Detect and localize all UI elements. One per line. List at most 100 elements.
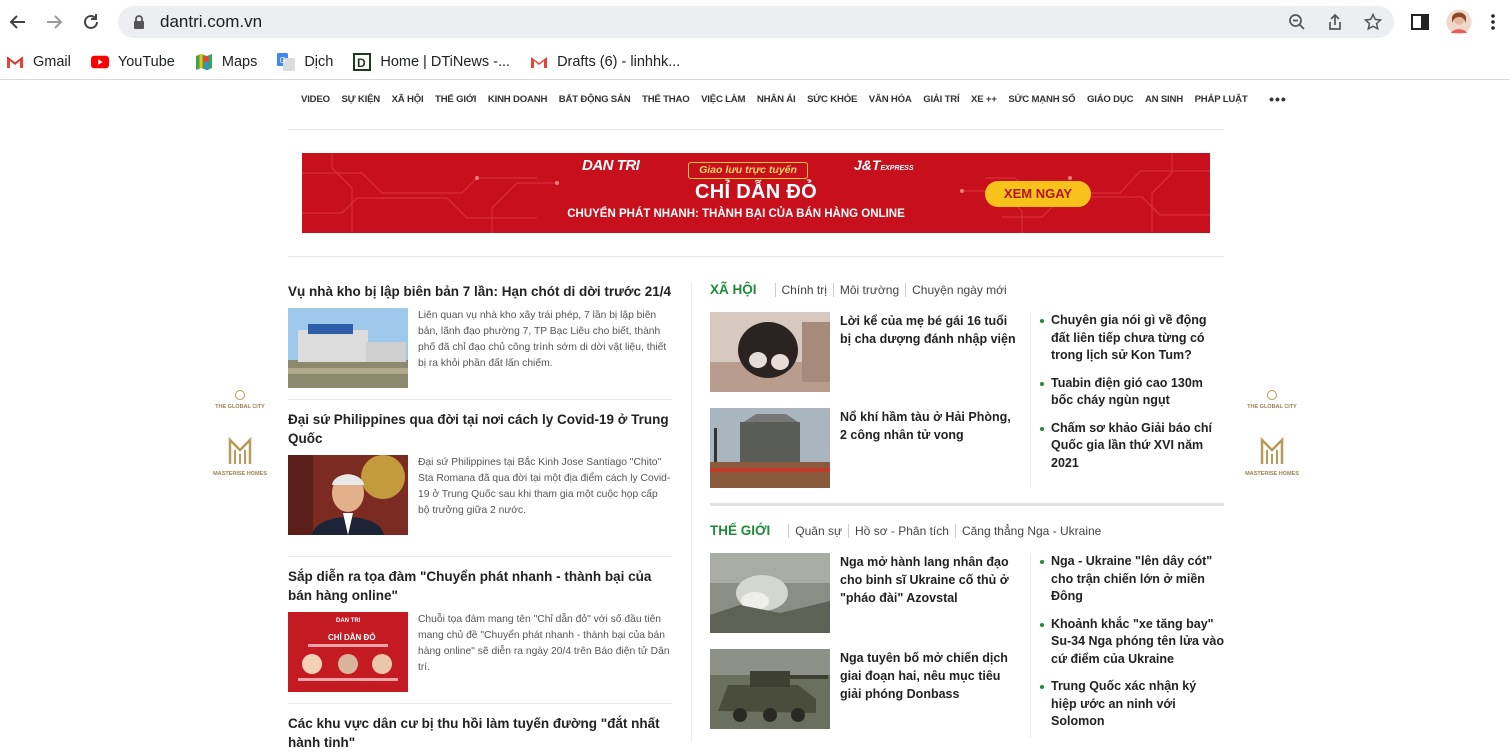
bookmark-gmail[interactable]: Gmail [6, 53, 71, 71]
bullet-article[interactable]: Chấm sơ khảo Giải báo chí Quốc gia lần t… [1040, 420, 1224, 473]
avatar-icon [1446, 9, 1472, 35]
bullet-article[interactable]: Nga - Ukraine "lên dây cót" cho trận chi… [1040, 553, 1224, 606]
side-ad-right[interactable]: THE GLOBAL CITY MASTERISE HOMES [1242, 390, 1302, 477]
youtube-icon [90, 53, 109, 71]
bullet-article[interactable]: Trung Quốc xác nhận ký hiệp ước an ninh … [1040, 678, 1224, 731]
browser-menu-button[interactable] [1490, 6, 1496, 38]
article-thumbnail[interactable] [710, 553, 830, 633]
subcategory-link[interactable]: Môi trường [832, 283, 905, 297]
side-ad-left[interactable]: THE GLOBAL CITY MASTERISE HOMES [210, 390, 270, 477]
featured-article[interactable]: Lời kể của mẹ bé gái 16 tuổi bị cha dượn… [710, 312, 1020, 392]
bookmark-translate[interactable]: G Dịch [277, 52, 333, 71]
article-item[interactable]: Các khu vực dân cư bị thu hồi làm tuyến … [288, 714, 672, 752]
bullet-article[interactable]: Chuyên gia nói gì về động đất liên tiếp … [1040, 312, 1224, 365]
nav-the-gioi[interactable]: THẾ GIỚI [435, 94, 476, 105]
bookmark-youtube[interactable]: YouTube [90, 53, 175, 71]
side-ad-city-text: THE GLOBAL CITY [215, 404, 265, 410]
nav-suc-manh-so[interactable]: SỨC MẠNH SỐ [1008, 94, 1075, 105]
featured-article[interactable]: Nga tuyên bố mở chiến dịch giai đoạn hai… [710, 649, 1020, 729]
maps-icon [195, 53, 213, 71]
article-title[interactable]: Đại sứ Philippines qua đời tại nơi cách … [288, 410, 672, 448]
nav-xa-hoi[interactable]: XÃ HỘI [392, 94, 424, 105]
ad-banner[interactable]: DAN TRI Giao lưu trực tuyến J&TEXPRESS C… [302, 153, 1210, 233]
address-bar[interactable]: dantri.com.vn [118, 6, 1394, 38]
subcategory-link[interactable]: Chính trị [774, 283, 833, 297]
bookmark-drafts[interactable]: Drafts (6) - linhhk... [530, 53, 680, 71]
svg-text:G: G [280, 56, 286, 65]
bookmark-star-button[interactable] [1362, 11, 1384, 33]
section-xa-hoi: XÃ HỘI Chính trị Môi trường Chuyện ngày … [710, 282, 1224, 492]
article-thumbnail[interactable] [288, 455, 408, 535]
nav-giai-tri[interactable]: GIẢI TRÍ [923, 94, 959, 105]
subcategory-link[interactable]: Hồ sơ - Phân tích [848, 524, 955, 538]
article-title[interactable]: Vụ nhà kho bị lập biên bản 7 lần: Hạn ch… [288, 282, 672, 301]
bookmark-label: Drafts (6) - linhhk... [557, 53, 681, 70]
article-thumbnail[interactable] [710, 408, 830, 488]
nav-xe[interactable]: XE ++ [971, 94, 997, 105]
nav-kinh-doanh[interactable]: KINH DOANH [488, 94, 547, 105]
subcategory-link[interactable]: Căng thẳng Nga - Ukraine [954, 524, 1107, 538]
nav-suc-khoe[interactable]: SỨC KHỎE [807, 94, 857, 105]
side-ad-brand-text: MASTERISE HOMES [213, 471, 267, 477]
banner-cta-button[interactable]: XEM NGAY [985, 181, 1091, 207]
nav-video[interactable]: VIDEO [301, 94, 330, 105]
article-title[interactable]: Lời kể của mẹ bé gái 16 tuổi bị cha dượn… [840, 312, 1020, 392]
article-title[interactable]: Các khu vực dân cư bị thu hồi làm tuyến … [288, 714, 672, 752]
lock-icon [134, 15, 144, 29]
url-text: dantri.com.vn [160, 12, 263, 31]
article-item[interactable]: Sắp diễn ra tọa đàm "Chuyển phát nhanh -… [288, 567, 672, 704]
article-title[interactable]: Nga mở hành lang nhân đạo cho binh sĩ Uk… [840, 553, 1020, 633]
forward-arrow-icon [47, 15, 63, 29]
featured-article[interactable]: Nga mở hành lang nhân đạo cho binh sĩ Uk… [710, 553, 1020, 633]
bookmark-maps[interactable]: Maps [195, 53, 257, 71]
bullet-article[interactable]: Khoảnh khắc "xe tăng bay" Su-34 Nga phón… [1040, 616, 1224, 669]
nav-more-button[interactable]: ••• [1269, 91, 1287, 107]
nav-phap-luat[interactable]: PHÁP LUẬT [1195, 94, 1248, 105]
side-ad-brand-text: MASTERISE HOMES [1245, 471, 1299, 477]
article-item[interactable]: Vụ nhà kho bị lập biên bản 7 lần: Hạn ch… [288, 282, 672, 400]
back-arrow-icon [9, 15, 25, 29]
bullet-article[interactable]: Tuabin điện gió cao 130m bốc cháy ngùn n… [1040, 375, 1224, 410]
forward-button[interactable] [36, 4, 72, 40]
nav-an-sinh[interactable]: AN SINH [1145, 94, 1183, 105]
profile-avatar[interactable] [1446, 6, 1472, 38]
nav-the-thao[interactable]: THỂ THAO [642, 94, 690, 105]
jt-logo: J&TEXPRESS [854, 157, 914, 173]
nav-nhan-ai[interactable]: NHÂN ÁI [757, 94, 796, 105]
city-logo-icon [1267, 390, 1277, 400]
article-thumbnail[interactable] [710, 649, 830, 729]
subcategory-link[interactable]: Chuyện ngày mới [905, 283, 1013, 297]
article-thumbnail[interactable] [710, 312, 830, 392]
featured-article[interactable]: Nổ khí hầm tàu ở Hải Phòng, 2 công nhân … [710, 408, 1020, 488]
nav-giao-duc[interactable]: GIÁO DỤC [1087, 94, 1134, 105]
article-title[interactable]: Nga tuyên bố mở chiến dịch giai đoạn hai… [840, 649, 1020, 729]
article-title[interactable]: Nổ khí hầm tàu ở Hải Phòng, 2 công nhân … [840, 408, 1020, 488]
side-panel-button[interactable] [1410, 6, 1430, 38]
masterise-logo-icon [1260, 436, 1284, 464]
vertical-dots-icon [1491, 14, 1495, 30]
bullet-list: Nga - Ukraine "lên dây cót" cho trận chi… [1040, 553, 1224, 741]
article-thumbnail[interactable] [288, 308, 408, 388]
back-button[interactable] [0, 4, 36, 40]
section-title[interactable]: THẾ GIỚI [710, 523, 770, 538]
bullet-list: Chuyên gia nói gì về động đất liên tiếp … [1040, 312, 1224, 482]
nav-su-kien[interactable]: SỰ KIỆN [341, 94, 380, 105]
bookmark-dtinews[interactable]: D Home | DTiNews -... [353, 52, 511, 71]
zoom-button[interactable] [1286, 11, 1308, 33]
section-title[interactable]: XÃ HỘI [710, 282, 757, 297]
page-content: VIDEO SỰ KIỆN XÃ HỘI THẾ GIỚI KINH DOANH… [0, 82, 1510, 750]
nav-viec-lam[interactable]: VIỆC LÀM [701, 94, 745, 105]
nav-bat-dong-san[interactable]: BẤT ĐỘNG SẢN [559, 94, 631, 105]
column-divider [1030, 553, 1031, 738]
article-item[interactable]: Đại sứ Philippines qua đời tại nơi cách … [288, 410, 672, 557]
subcategory-link[interactable]: Quân sự [788, 524, 848, 538]
article-title[interactable]: Sắp diễn ra tọa đàm "Chuyển phát nhanh -… [288, 567, 672, 605]
share-icon [1329, 13, 1341, 30]
share-button[interactable] [1324, 11, 1346, 33]
reload-button[interactable] [73, 4, 109, 40]
bookmark-label: Home | DTiNews -... [380, 53, 511, 70]
city-logo-icon [235, 390, 245, 400]
article-thumbnail[interactable]: DAN TRI CHỈ DẪN ĐỎ [288, 612, 408, 692]
svg-text:CHỈ DẪN ĐỎ: CHỈ DẪN ĐỎ [328, 633, 376, 642]
nav-van-hoa[interactable]: VĂN HÓA [869, 94, 912, 105]
